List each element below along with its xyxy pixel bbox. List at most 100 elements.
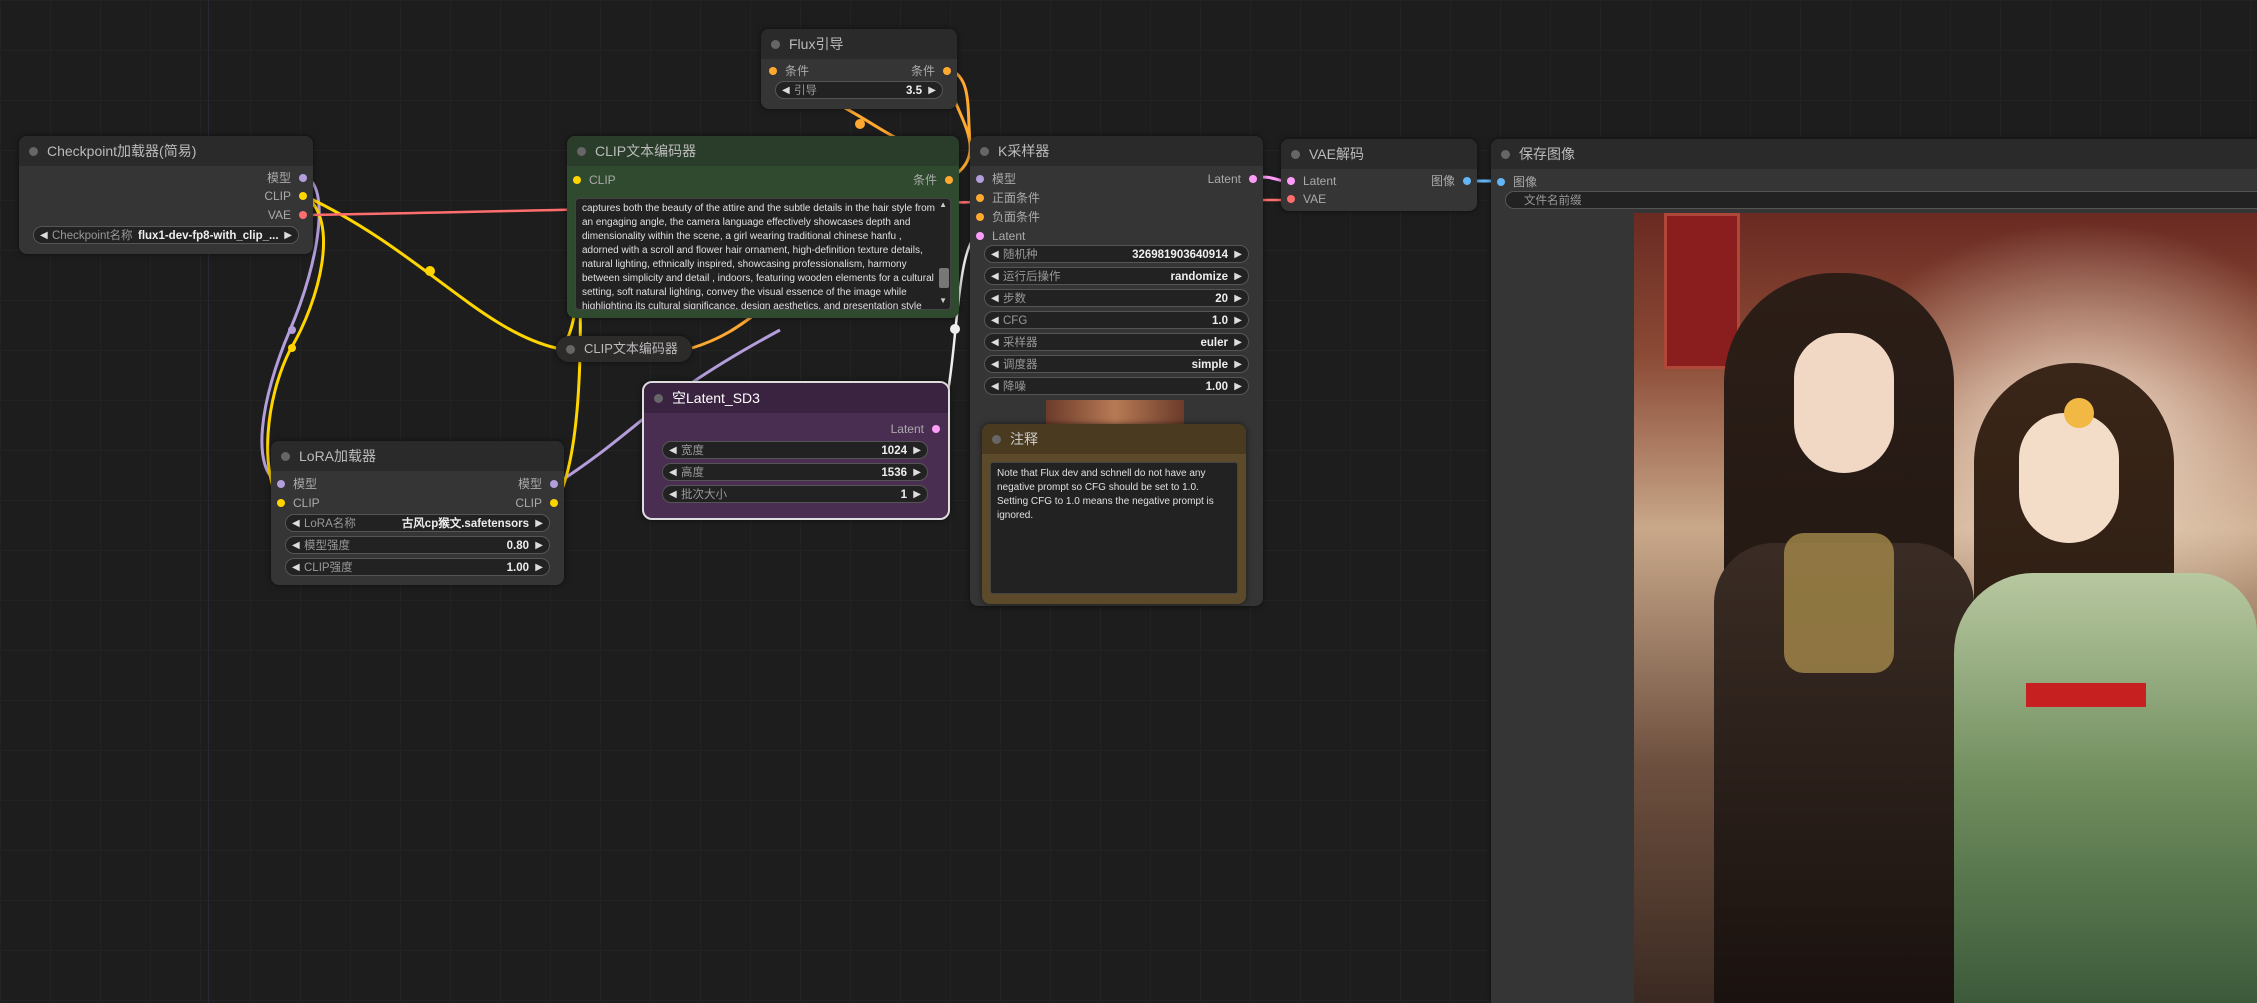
scheduler-widget[interactable]: ◀ 调度器 simple ▶ <box>984 355 1249 373</box>
decrement-arrow-icon[interactable]: ◀ <box>292 537 300 555</box>
scroll-up-icon[interactable]: ▲ <box>939 200 947 209</box>
increment-arrow-icon[interactable]: ▶ <box>1234 246 1242 264</box>
decrement-arrow-icon[interactable]: ◀ <box>782 82 790 100</box>
decrement-arrow-icon[interactable]: ◀ <box>669 486 677 504</box>
pin-clip-icon[interactable] <box>277 499 285 507</box>
pin-model-icon[interactable] <box>299 174 307 182</box>
output-clip[interactable]: CLIP <box>264 188 307 204</box>
scroll-down-icon[interactable]: ▼ <box>939 296 947 305</box>
widget-value[interactable]: 1.00 <box>1206 378 1228 396</box>
collapse-dot-icon[interactable] <box>566 345 575 354</box>
pin-latent-icon[interactable] <box>1249 175 1257 183</box>
widget-value[interactable]: simple <box>1192 356 1228 374</box>
checkpoint-name-widget[interactable]: ◀ Checkpoint名称 flux1-dev-fp8-with_clip_.… <box>33 226 299 244</box>
input-clip[interactable]: CLIP <box>573 172 616 188</box>
collapse-dot-icon[interactable] <box>577 147 586 156</box>
node-title[interactable]: LoRA加载器 <box>271 441 564 471</box>
widget-value[interactable]: flux1-dev-fp8-with_clip_... <box>138 227 278 245</box>
increment-arrow-icon[interactable]: ▶ <box>284 227 292 245</box>
increment-arrow-icon[interactable]: ▶ <box>928 82 936 100</box>
output-model[interactable]: 模型 <box>518 476 558 492</box>
guidance-widget[interactable]: ◀ 引导 3.5 ▶ <box>775 81 943 99</box>
decrement-arrow-icon[interactable]: ◀ <box>991 312 999 330</box>
widget-value[interactable]: 3.5 <box>906 82 922 100</box>
node-title[interactable]: 注释 <box>982 424 1246 454</box>
clip-strength-widget[interactable]: ◀ CLIP强度 1.00 ▶ <box>285 558 550 576</box>
model-strength-widget[interactable]: ◀ 模型强度 0.80 ▶ <box>285 536 550 554</box>
increment-arrow-icon[interactable]: ▶ <box>1234 378 1242 396</box>
output-latent[interactable]: Latent <box>1208 171 1257 187</box>
node-title[interactable]: CLIP文本编码器 <box>556 336 692 362</box>
widget-value[interactable]: randomize <box>1170 268 1228 286</box>
widget-value[interactable]: euler <box>1201 334 1229 352</box>
increment-arrow-icon[interactable]: ▶ <box>1234 312 1242 330</box>
decrement-arrow-icon[interactable]: ◀ <box>991 356 999 374</box>
filename-prefix-widget[interactable]: 文件名前缀 <box>1505 191 2257 209</box>
decrement-arrow-icon[interactable]: ◀ <box>991 268 999 286</box>
increment-arrow-icon[interactable]: ▶ <box>1234 334 1242 352</box>
pin-conditioning-icon[interactable] <box>976 194 984 202</box>
pin-image-icon[interactable] <box>1497 178 1505 186</box>
increment-arrow-icon[interactable]: ▶ <box>1234 290 1242 308</box>
decrement-arrow-icon[interactable]: ◀ <box>292 559 300 577</box>
decrement-arrow-icon[interactable]: ◀ <box>292 515 300 533</box>
node-title[interactable]: Checkpoint加载器(简易) <box>19 136 313 166</box>
node-title[interactable]: Flux引导 <box>761 29 957 59</box>
decrement-arrow-icon[interactable]: ◀ <box>991 290 999 308</box>
pin-model-icon[interactable] <box>550 480 558 488</box>
node-title[interactable]: 空Latent_SD3 <box>644 383 948 413</box>
pin-latent-icon[interactable] <box>1287 177 1295 185</box>
collapse-dot-icon[interactable] <box>654 394 663 403</box>
collapse-dot-icon[interactable] <box>980 147 989 156</box>
node-vae-decode[interactable]: VAE解码 Latent 图像 VAE <box>1281 139 1477 211</box>
sampler-widget[interactable]: ◀ 采样器 euler ▶ <box>984 333 1249 351</box>
output-vae[interactable]: VAE <box>268 207 307 223</box>
pin-clip-icon[interactable] <box>550 499 558 507</box>
increment-arrow-icon[interactable]: ▶ <box>535 537 543 555</box>
input-model[interactable]: 模型 <box>976 171 1016 187</box>
pin-vae-icon[interactable] <box>299 211 307 219</box>
pin-conditioning-icon[interactable] <box>945 176 953 184</box>
batch-size-widget[interactable]: ◀ 批次大小 1 ▶ <box>662 485 928 503</box>
node-title[interactable]: K采样器 <box>970 136 1263 166</box>
widget-value[interactable]: 1.0 <box>1212 312 1228 330</box>
widget-value[interactable]: 古风cp猴文.safetensors <box>402 515 529 533</box>
node-lora-loader[interactable]: LoRA加载器 模型 模型 CLIP CLIP ◀ LoRA名称 古风cp猴文.… <box>271 441 564 585</box>
increment-arrow-icon[interactable]: ▶ <box>535 559 543 577</box>
input-latent[interactable]: Latent <box>1287 173 1336 189</box>
pin-clip-icon[interactable] <box>573 176 581 184</box>
decrement-arrow-icon[interactable]: ◀ <box>991 334 999 352</box>
pin-image-icon[interactable] <box>1463 177 1471 185</box>
node-title[interactable]: 保存图像 <box>1491 139 2257 169</box>
pin-conditioning-icon[interactable] <box>943 67 951 75</box>
node-title[interactable]: CLIP文本编码器 <box>567 136 959 166</box>
node-clip-text-encoder-collapsed[interactable]: CLIP文本编码器 <box>556 336 692 362</box>
decrement-arrow-icon[interactable]: ◀ <box>669 442 677 460</box>
pin-clip-icon[interactable] <box>299 192 307 200</box>
collapse-dot-icon[interactable] <box>992 435 1001 444</box>
input-clip[interactable]: CLIP <box>277 495 320 511</box>
collapse-dot-icon[interactable] <box>29 147 38 156</box>
input-positive[interactable]: 正面条件 <box>976 190 1040 206</box>
output-latent[interactable]: Latent <box>891 421 940 437</box>
increment-arrow-icon[interactable]: ▶ <box>535 515 543 533</box>
input-conditioning[interactable]: 条件 <box>769 63 809 79</box>
input-negative[interactable]: 负面条件 <box>976 209 1040 225</box>
widget-value[interactable]: 1536 <box>881 464 907 482</box>
pin-model-icon[interactable] <box>277 480 285 488</box>
node-note[interactable]: 注释 Note that Flux dev and schnell do not… <box>982 424 1246 604</box>
collapse-dot-icon[interactable] <box>1501 150 1510 159</box>
decrement-arrow-icon[interactable]: ◀ <box>991 378 999 396</box>
output-clip[interactable]: CLIP <box>515 495 558 511</box>
control-after-generate-widget[interactable]: ◀ 运行后操作 randomize ▶ <box>984 267 1249 285</box>
denoise-widget[interactable]: ◀ 降噪 1.00 ▶ <box>984 377 1249 395</box>
pin-model-icon[interactable] <box>976 175 984 183</box>
output-model[interactable]: 模型 <box>267 170 307 186</box>
increment-arrow-icon[interactable]: ▶ <box>1234 356 1242 374</box>
note-textarea[interactable]: Note that Flux dev and schnell do not ha… <box>990 462 1238 594</box>
pin-vae-icon[interactable] <box>1287 195 1295 203</box>
increment-arrow-icon[interactable]: ▶ <box>1234 268 1242 286</box>
lora-name-widget[interactable]: ◀ LoRA名称 古风cp猴文.safetensors ▶ <box>285 514 550 532</box>
widget-value[interactable]: 1 <box>901 486 907 504</box>
input-vae[interactable]: VAE <box>1287 191 1326 207</box>
